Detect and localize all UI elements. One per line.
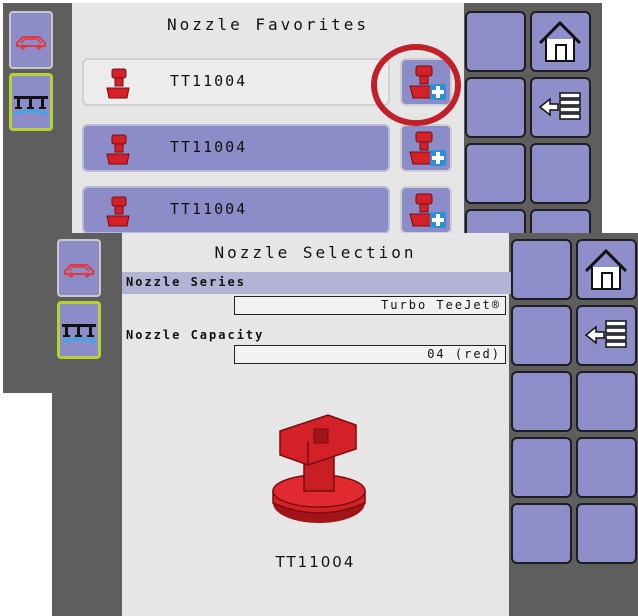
- home-icon: [538, 20, 582, 62]
- highlight-circle: [371, 44, 461, 126]
- softkey[interactable]: [511, 239, 572, 300]
- vehicle-icon: [16, 36, 46, 50]
- nozzle-series-field[interactable]: Turbo TeeJet®: [234, 296, 506, 315]
- nozzle-name: TT11004: [275, 553, 356, 571]
- nozzle-icon: [104, 66, 132, 106]
- nozzle-capacity-label: Nozzle Capacity: [126, 328, 265, 342]
- nozzle-icon: [104, 132, 132, 172]
- softkey[interactable]: [511, 371, 572, 432]
- page-title: Nozzle Favorites: [166, 15, 370, 34]
- favorite-label: TT11004: [170, 72, 248, 90]
- boom-mode-button[interactable]: [9, 73, 53, 131]
- selection-panel: Nozzle Selection Nozzle Series Turbo Tee…: [122, 233, 512, 616]
- nozzle-capacity-field[interactable]: 04 (red): [234, 345, 506, 364]
- nozzle-add-icon: [409, 193, 446, 228]
- vehicle-mode-button[interactable]: [9, 11, 53, 69]
- boom-mode-button[interactable]: [57, 301, 101, 359]
- nozzle-icon: [104, 194, 132, 234]
- favorite-label: TT11004: [170, 138, 248, 156]
- softkey[interactable]: [576, 503, 637, 564]
- nozzle-selection-screen: Nozzle Selection Nozzle Series Turbo Tee…: [52, 233, 638, 616]
- favorite-row[interactable]: TT11004: [82, 58, 390, 106]
- add-favorite-button[interactable]: [400, 124, 452, 172]
- boom-sprayer-icon: [61, 324, 97, 344]
- back-list-button[interactable]: [530, 77, 591, 138]
- softkey[interactable]: [465, 11, 526, 72]
- nozzle-image: [272, 414, 366, 523]
- softkey[interactable]: [511, 503, 572, 564]
- softkey[interactable]: [530, 143, 591, 204]
- softkey[interactable]: [576, 371, 637, 432]
- vehicle-mode-button[interactable]: [57, 239, 101, 297]
- softkey[interactable]: [465, 77, 526, 138]
- favorite-label: TT11004: [170, 200, 248, 218]
- softkey[interactable]: [576, 437, 637, 498]
- home-button[interactable]: [530, 11, 591, 72]
- favorite-row[interactable]: TT11004: [82, 124, 390, 172]
- home-icon: [584, 248, 628, 290]
- softkey[interactable]: [465, 143, 526, 204]
- favorite-row[interactable]: TT11004: [82, 186, 390, 234]
- back-list-icon: [538, 92, 581, 120]
- nozzle-add-icon: [409, 131, 446, 166]
- softkey[interactable]: [511, 437, 572, 498]
- add-favorite-button[interactable]: [400, 186, 452, 234]
- page-title: Nozzle Selection: [214, 243, 417, 262]
- back-list-button[interactable]: [576, 305, 637, 366]
- nozzle-series-label: Nozzle Series: [122, 272, 512, 294]
- boom-sprayer-icon: [13, 96, 49, 116]
- back-list-icon: [584, 320, 627, 348]
- home-button[interactable]: [576, 239, 637, 300]
- vehicle-icon: [64, 264, 94, 278]
- softkey[interactable]: [511, 305, 572, 366]
